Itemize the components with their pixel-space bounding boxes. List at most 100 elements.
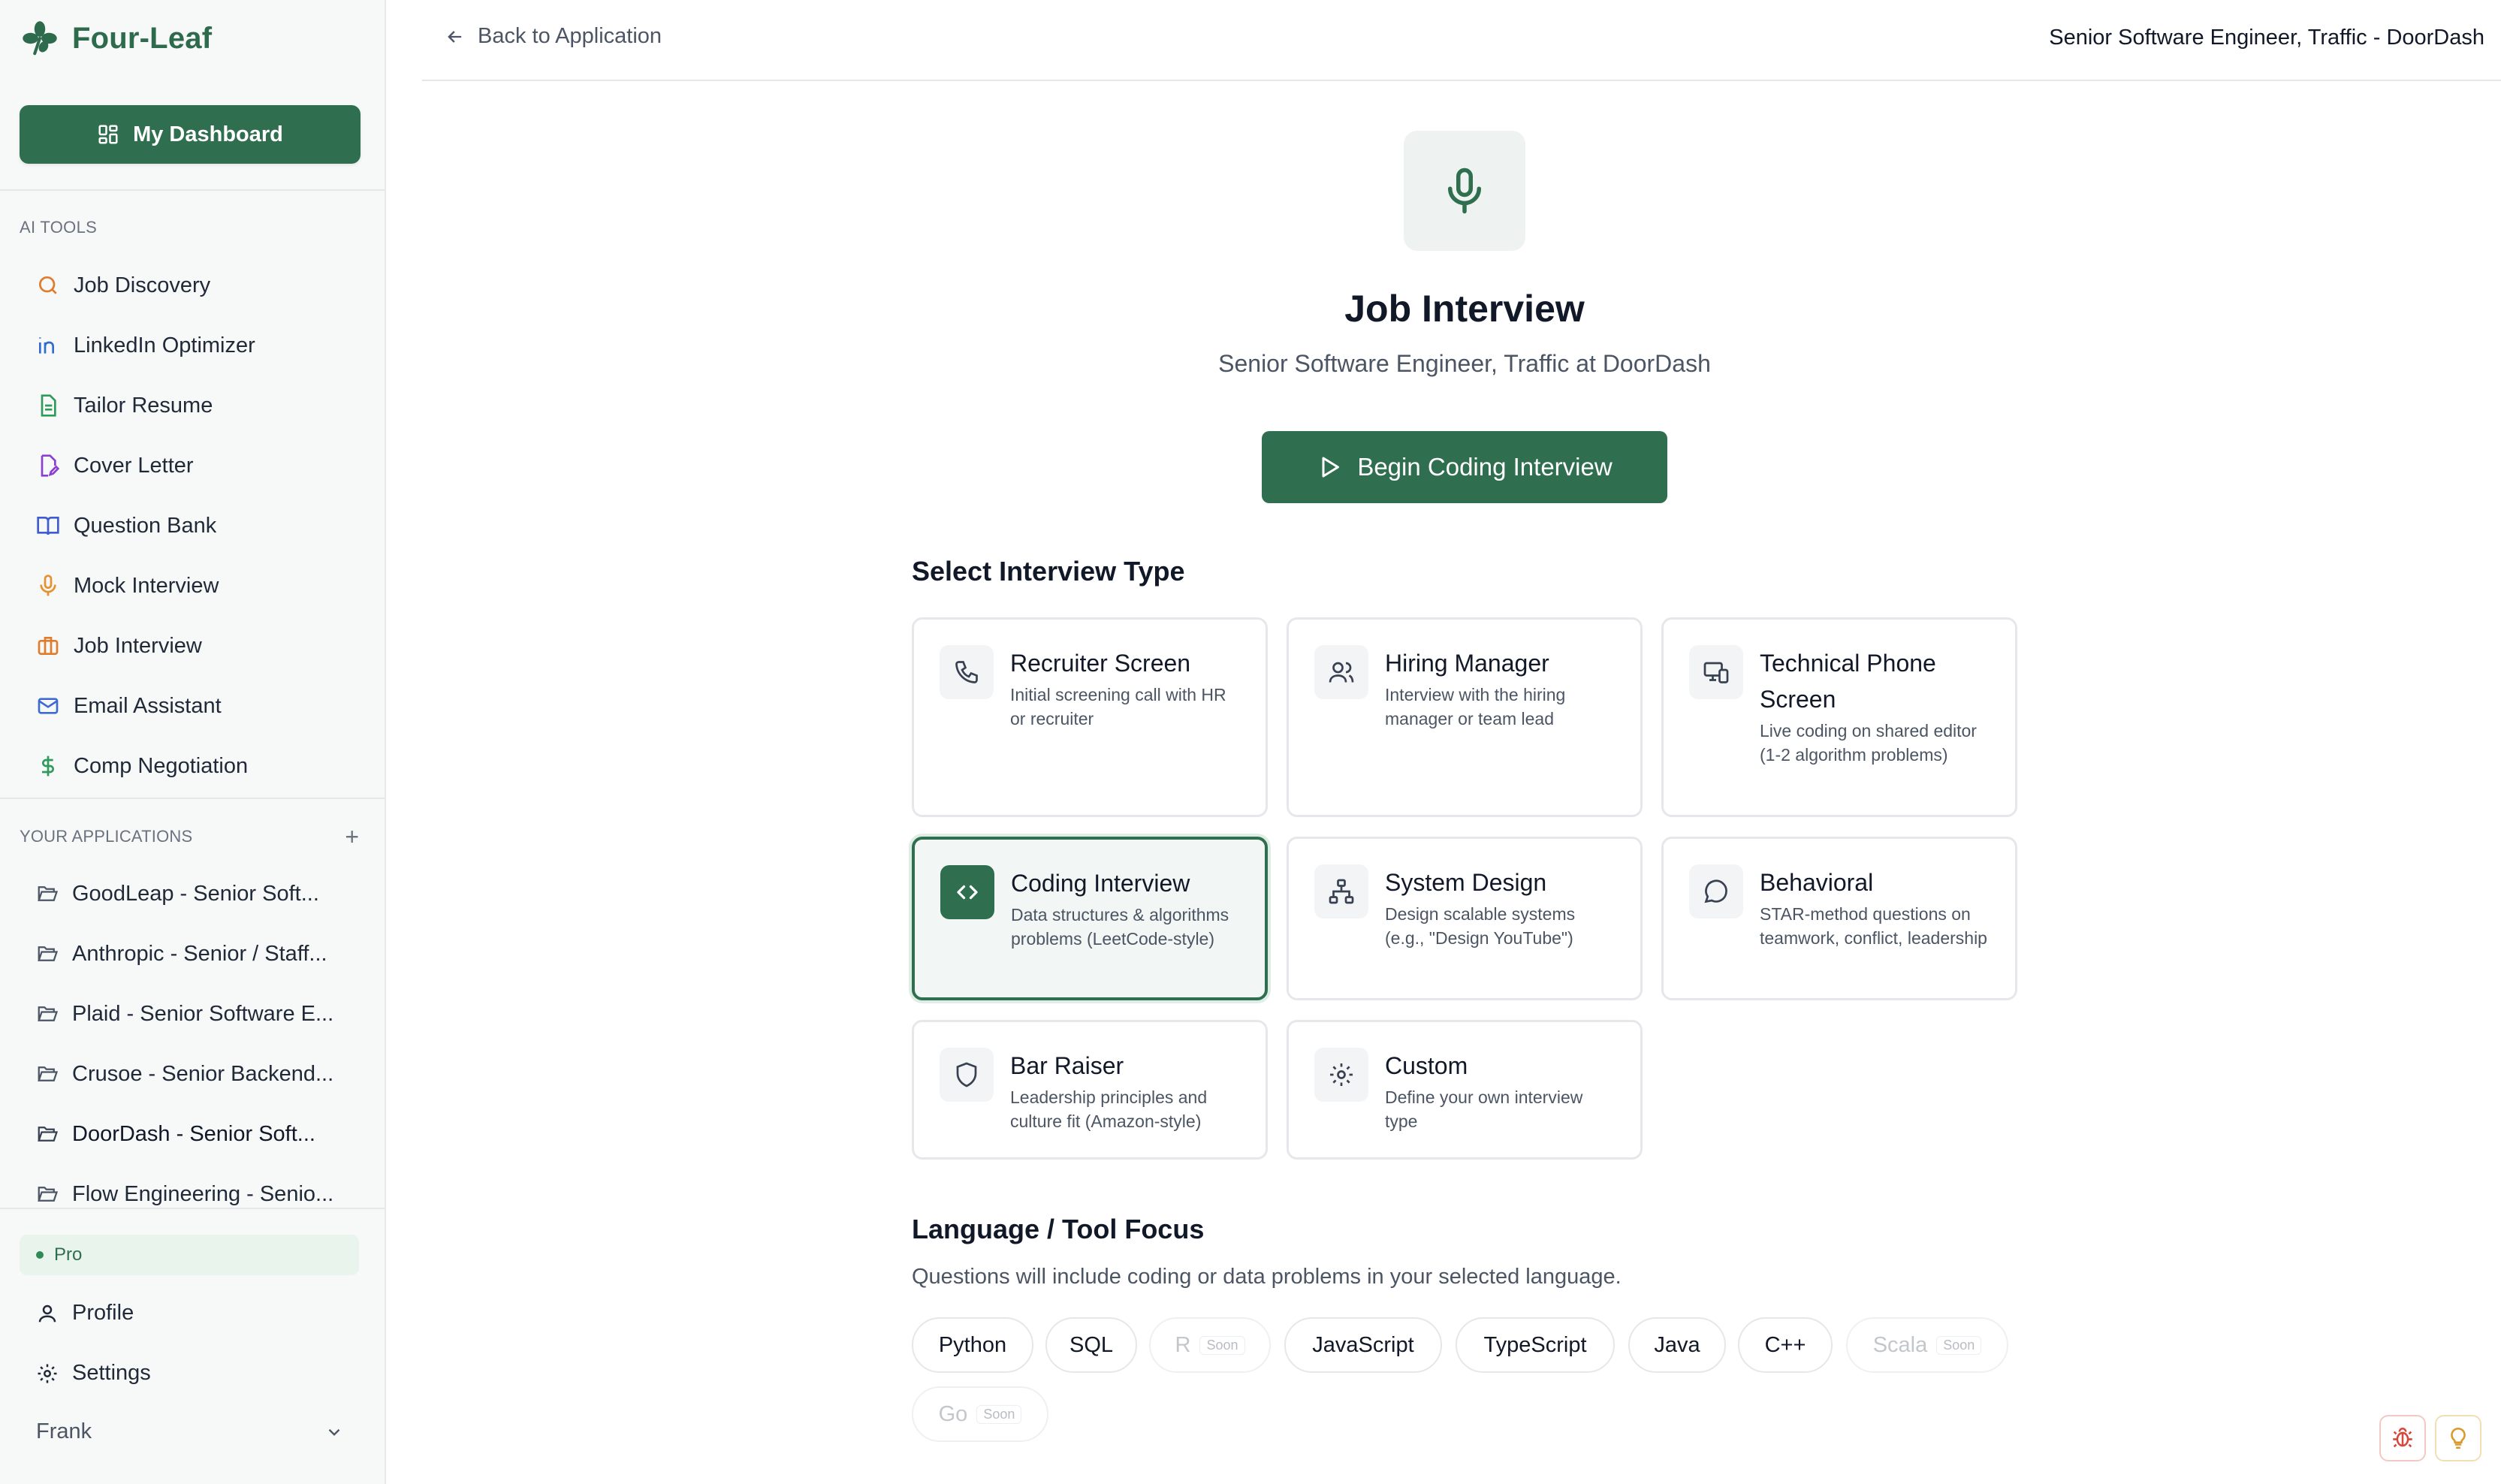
settings-link[interactable]: Settings	[36, 1361, 151, 1386]
sidebar-item-label: Cover Letter	[74, 453, 194, 478]
bug-icon	[2393, 1427, 2412, 1448]
mic-icon	[1448, 167, 1481, 214]
interview-type-coding-interview[interactable]: Coding Interview Data structures & algor…	[912, 837, 1268, 1000]
sidebar-item-label: Job Interview	[74, 633, 202, 658]
language-chip-label: C++	[1764, 1332, 1806, 1357]
interview-type-icon-box	[1314, 1048, 1368, 1102]
sidebar-item-label: Email Assistant	[74, 693, 222, 718]
application-item[interactable]: Crusoe - Senior Backend...	[20, 1044, 365, 1104]
interview-type-system-design[interactable]: System Design Design scalable systems (e…	[1287, 837, 1643, 1000]
folder-open-icon	[38, 1006, 59, 1021]
soon-badge: Soon	[1199, 1335, 1245, 1355]
sidebar-divider	[0, 1208, 385, 1209]
settings-label: Settings	[72, 1361, 151, 1385]
language-chip-sql[interactable]: SQL	[1045, 1317, 1137, 1373]
search-icon	[39, 276, 57, 294]
feedback-idea-button[interactable]	[2435, 1415, 2481, 1461]
mail-icon	[38, 698, 59, 714]
user-icon	[38, 1305, 56, 1322]
interview-type-icon-box	[940, 645, 994, 699]
chat-icon	[1704, 879, 1727, 903]
sidebar-item-email-assistant[interactable]: Email Assistant	[20, 676, 365, 736]
language-chip-label: TypeScript	[1483, 1332, 1587, 1357]
sidebar-divider	[0, 189, 385, 191]
gear-icon	[1330, 1063, 1353, 1086]
folder-open-icon	[38, 1066, 59, 1081]
interview-type-behavioral[interactable]: Behavioral STAR-method questions on team…	[1661, 837, 2017, 1000]
application-item[interactable]: GoodLeap - Senior Soft...	[20, 864, 365, 924]
application-label: DoorDash - Senior Soft...	[72, 1121, 315, 1146]
interview-type-desc: STAR-method questions on teamwork, confl…	[1760, 904, 1987, 948]
interview-type-recruiter-screen[interactable]: Recruiter Screen Initial screening call …	[912, 617, 1268, 817]
sidebar-item-linkedin-optimizer[interactable]: LinkedIn Optimizer	[20, 315, 365, 376]
interview-type-title: System Design	[1385, 869, 1547, 896]
sidebar-item-cover-letter[interactable]: Cover Letter	[20, 436, 365, 496]
interview-type-title: Custom	[1385, 1052, 1468, 1079]
users-icon	[1329, 662, 1354, 683]
add-application-icon[interactable]: +	[345, 825, 359, 849]
applications-list: GoodLeap - Senior Soft... Anthropic - Se…	[20, 864, 365, 1224]
interview-type-title: Behavioral	[1760, 869, 1874, 896]
monitor-phone-icon	[1703, 662, 1729, 683]
page-title: Job Interview	[1344, 288, 1585, 330]
interview-type-desc: Leadership principles and culture fit (A…	[1010, 1087, 1208, 1131]
interview-type-desc: Interview with the hiring manager or tea…	[1385, 685, 1566, 728]
interview-type-desc: Initial screening call with HR or recrui…	[1010, 685, 1226, 728]
application-item[interactable]: Anthropic - Senior / Staff...	[20, 924, 365, 984]
language-chip-javascript[interactable]: JavaScript	[1284, 1317, 1442, 1373]
interview-type-bar-raiser[interactable]: Bar Raiser Leadership principles and cul…	[912, 1020, 1268, 1160]
language-chip-label: Go	[938, 1401, 968, 1426]
application-item[interactable]: Flow Engineering - Senio...	[20, 1164, 365, 1224]
folder-open-icon	[38, 1187, 59, 1202]
interview-type-title: Coding Interview	[1011, 870, 1190, 897]
file-icon	[41, 394, 56, 417]
application-item-active[interactable]: DoorDash - Senior Soft...	[20, 1104, 365, 1164]
language-chip-typescript[interactable]: TypeScript	[1456, 1317, 1615, 1373]
network-icon	[1329, 879, 1354, 904]
back-label: Back to Application	[478, 24, 662, 48]
back-to-application-link[interactable]: Back to Application	[445, 24, 662, 49]
chevron-down-icon	[328, 1428, 340, 1436]
user-menu[interactable]: Frank	[36, 1419, 344, 1444]
sidebar-item-mock-interview[interactable]: Mock Interview	[20, 556, 365, 616]
lightbulb-icon	[2451, 1427, 2466, 1449]
arrow-left-icon	[448, 30, 462, 43]
soon-badge: Soon	[976, 1404, 1022, 1424]
ai-tools-label: AI TOOLS	[20, 218, 98, 237]
interview-type-icon-box	[1314, 864, 1368, 918]
sidebar-item-label: LinkedIn Optimizer	[74, 333, 255, 357]
sidebar-item-question-bank[interactable]: Question Bank	[20, 496, 365, 556]
sidebar-item-label: Mock Interview	[74, 573, 219, 598]
sidebar-item-job-interview[interactable]: Job Interview	[20, 616, 365, 676]
interview-type-custom[interactable]: Custom Define your own interview type	[1287, 1020, 1643, 1160]
language-chip-scala: Scala Soon	[1846, 1317, 2008, 1373]
begin-interview-button[interactable]: Begin Coding Interview	[1262, 431, 1667, 503]
application-item[interactable]: Plaid - Senior Software E...	[20, 984, 365, 1044]
language-chip-label: Scala	[1872, 1332, 1928, 1357]
application-label: Crusoe - Senior Backend...	[72, 1061, 334, 1086]
language-chip-java[interactable]: Java	[1628, 1317, 1726, 1373]
interview-type-technical-phone-screen[interactable]: Technical Phone Screen Live coding on sh…	[1661, 617, 2017, 817]
sidebar-item-comp-negotiation[interactable]: Comp Negotiation	[20, 736, 365, 796]
sidebar: Four-Leaf My Dashboard AI TOOLS Job Disc…	[0, 0, 386, 1484]
plan-status-dot	[36, 1251, 44, 1259]
gear-icon	[38, 1364, 57, 1383]
interview-hero-icon	[1404, 131, 1525, 251]
interview-type-desc: Define your own interview type	[1385, 1087, 1583, 1131]
language-chip-cpp[interactable]: C++	[1738, 1317, 1833, 1373]
plan-label: Pro	[54, 1244, 83, 1265]
language-chip-python[interactable]: Python	[912, 1317, 1033, 1373]
language-focus-title: Language / Tool Focus	[912, 1214, 1205, 1244]
sidebar-item-label: Comp Negotiation	[74, 753, 249, 778]
interview-type-hiring-manager[interactable]: Hiring Manager Interview with the hiring…	[1287, 617, 1643, 817]
file-pen-icon	[41, 454, 60, 477]
sidebar-item-label: Job Discovery	[74, 273, 211, 297]
profile-link[interactable]: Profile	[36, 1301, 134, 1326]
sidebar-item-tailor-resume[interactable]: Tailor Resume	[20, 376, 365, 436]
interview-type-icon-box	[940, 865, 994, 919]
sidebar-item-job-discovery[interactable]: Job Discovery	[20, 255, 365, 315]
brand[interactable]: Four-Leaf	[20, 18, 212, 59]
my-dashboard-button[interactable]: My Dashboard	[20, 105, 361, 164]
report-bug-button[interactable]	[2379, 1415, 2426, 1461]
application-label: Anthropic - Senior / Staff...	[72, 941, 327, 966]
